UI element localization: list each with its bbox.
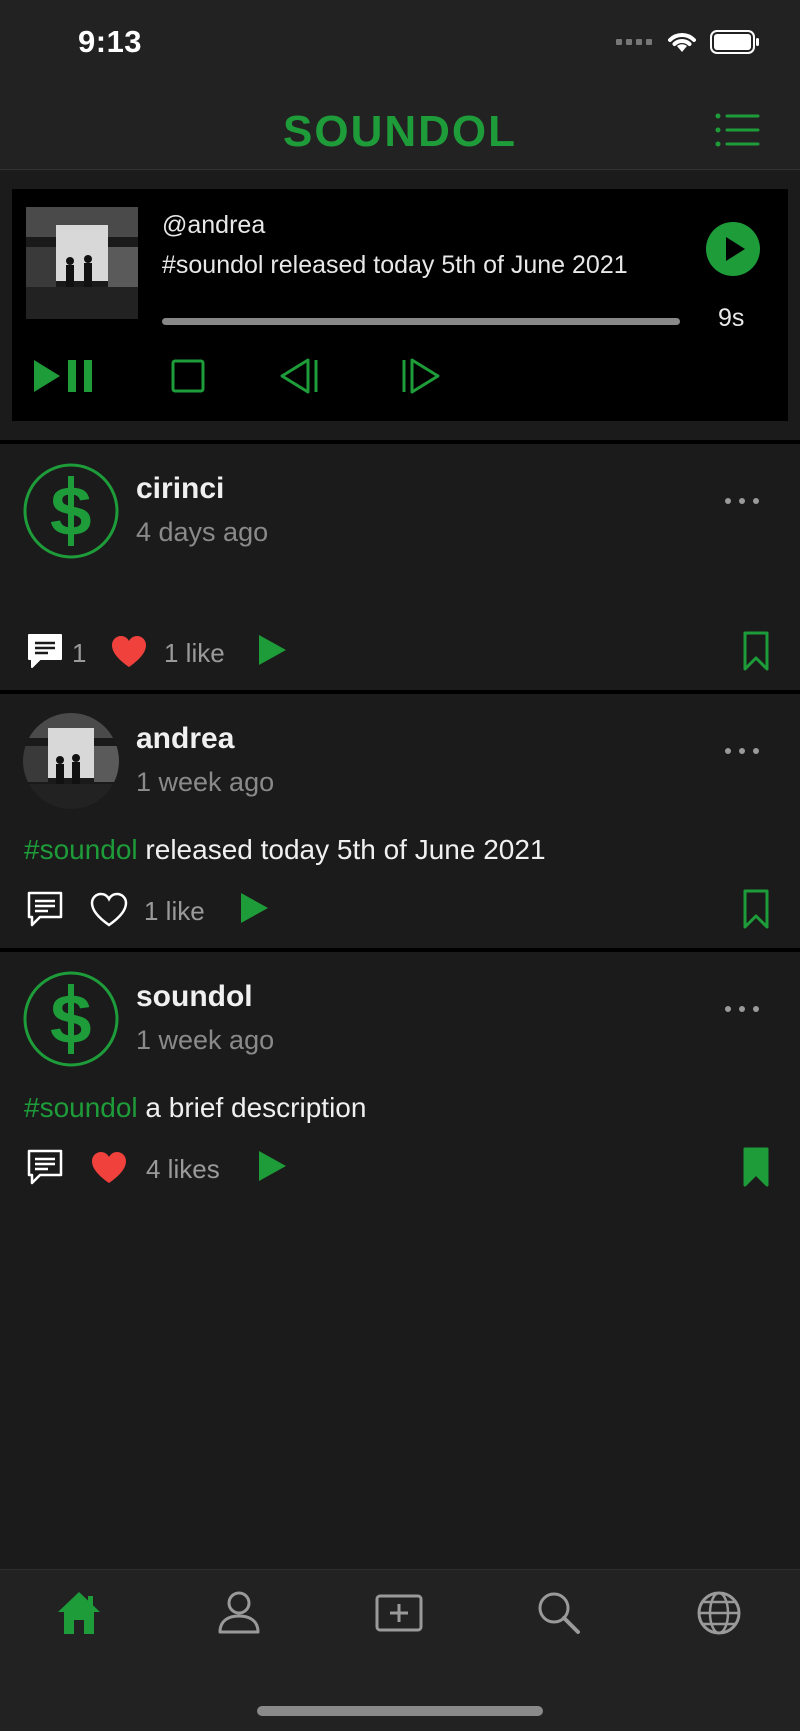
more-options-icon[interactable] — [724, 494, 760, 508]
add-post-icon[interactable] — [374, 1588, 424, 1638]
post-username[interactable]: andrea — [136, 722, 234, 756]
soundol-logo: SOUNDOL — [283, 107, 517, 156]
cellular-signal-icon — [616, 39, 652, 45]
like-count: 4 likes — [146, 1154, 220, 1184]
post-card: andrea 1 week ago #soundol released toda… — [0, 694, 800, 948]
wifi-icon — [668, 33, 696, 52]
comment-count: 1 — [72, 638, 87, 668]
caption-text: released today 5th of June 2021 — [137, 834, 546, 865]
menu-list-icon[interactable] — [714, 110, 760, 150]
track-cover-image — [26, 207, 138, 319]
caption-text: a brief description — [137, 1092, 367, 1123]
player-remaining-time: 9s — [718, 304, 745, 332]
post-actions: 4 likes — [0, 1144, 800, 1194]
svg-text:SOUNDOL: SOUNDOL — [283, 107, 517, 156]
bookmark-icon[interactable] — [742, 630, 770, 672]
battery-icon — [710, 30, 759, 54]
comment-icon[interactable] — [26, 1148, 64, 1186]
post-username[interactable]: cirinci — [136, 472, 224, 506]
search-icon[interactable] — [534, 1588, 584, 1638]
soundol-avatar-icon[interactable]: S — [22, 970, 120, 1068]
post-time-ago: 1 week ago — [136, 767, 275, 797]
more-options-icon[interactable] — [724, 744, 760, 758]
post-actions: 1 1 like — [0, 628, 800, 678]
play-post-icon[interactable] — [238, 890, 270, 926]
status-time: 9:13 — [78, 24, 143, 59]
heart-filled-icon[interactable] — [110, 634, 148, 670]
status-bar: 9:13 — [0, 0, 800, 90]
player-username: @andrea — [162, 211, 266, 239]
bookmark-filled-icon[interactable] — [742, 1146, 770, 1188]
hashtag-link[interactable]: #soundol — [24, 834, 138, 865]
hashtag-link[interactable]: #soundol — [24, 1092, 138, 1123]
next-track-icon[interactable] — [398, 356, 442, 396]
stop-icon[interactable] — [168, 356, 208, 396]
play-post-icon[interactable] — [256, 632, 288, 668]
comment-icon[interactable] — [26, 632, 64, 670]
like-count: 1 like — [144, 896, 205, 926]
bookmark-icon[interactable] — [742, 888, 770, 930]
post-card: S soundol 1 week ago #soundol a brief de… — [0, 952, 800, 1202]
post-time-ago: 1 week ago — [136, 1025, 275, 1055]
comment-icon[interactable] — [26, 890, 64, 928]
user-avatar[interactable] — [22, 712, 120, 810]
post-caption: #soundol a brief description — [24, 1092, 366, 1124]
post-actions: 1 like — [0, 886, 800, 936]
heart-filled-icon[interactable] — [90, 1150, 128, 1186]
previous-track-icon[interactable] — [278, 356, 322, 396]
more-options-icon[interactable] — [724, 1002, 760, 1016]
soundol-avatar-icon[interactable]: S — [22, 462, 120, 560]
home-icon[interactable] — [54, 1588, 104, 1638]
now-playing-player: @andrea #soundol released today 5th of J… — [12, 189, 788, 421]
play-pause-icon[interactable] — [32, 356, 96, 396]
post-caption: #soundol released today 5th of June 2021 — [24, 834, 546, 866]
profile-icon[interactable] — [214, 1588, 264, 1638]
like-count: 1 like — [164, 638, 225, 668]
player-description: #soundol released today 5th of June 2021 — [162, 251, 628, 279]
home-indicator — [257, 1706, 543, 1716]
globe-icon[interactable] — [694, 1588, 744, 1638]
play-post-icon[interactable] — [256, 1148, 288, 1184]
post-username[interactable]: soundol — [136, 980, 253, 1014]
heart-outline-icon[interactable] — [90, 892, 128, 928]
player-progress-bar[interactable] — [162, 318, 680, 325]
post-time-ago: 4 days ago — [136, 517, 269, 547]
post-card: S cirinci 4 days ago 1 1 like — [0, 444, 800, 690]
app-header: SOUNDOL — [0, 90, 800, 170]
player-play-button[interactable] — [706, 222, 760, 276]
